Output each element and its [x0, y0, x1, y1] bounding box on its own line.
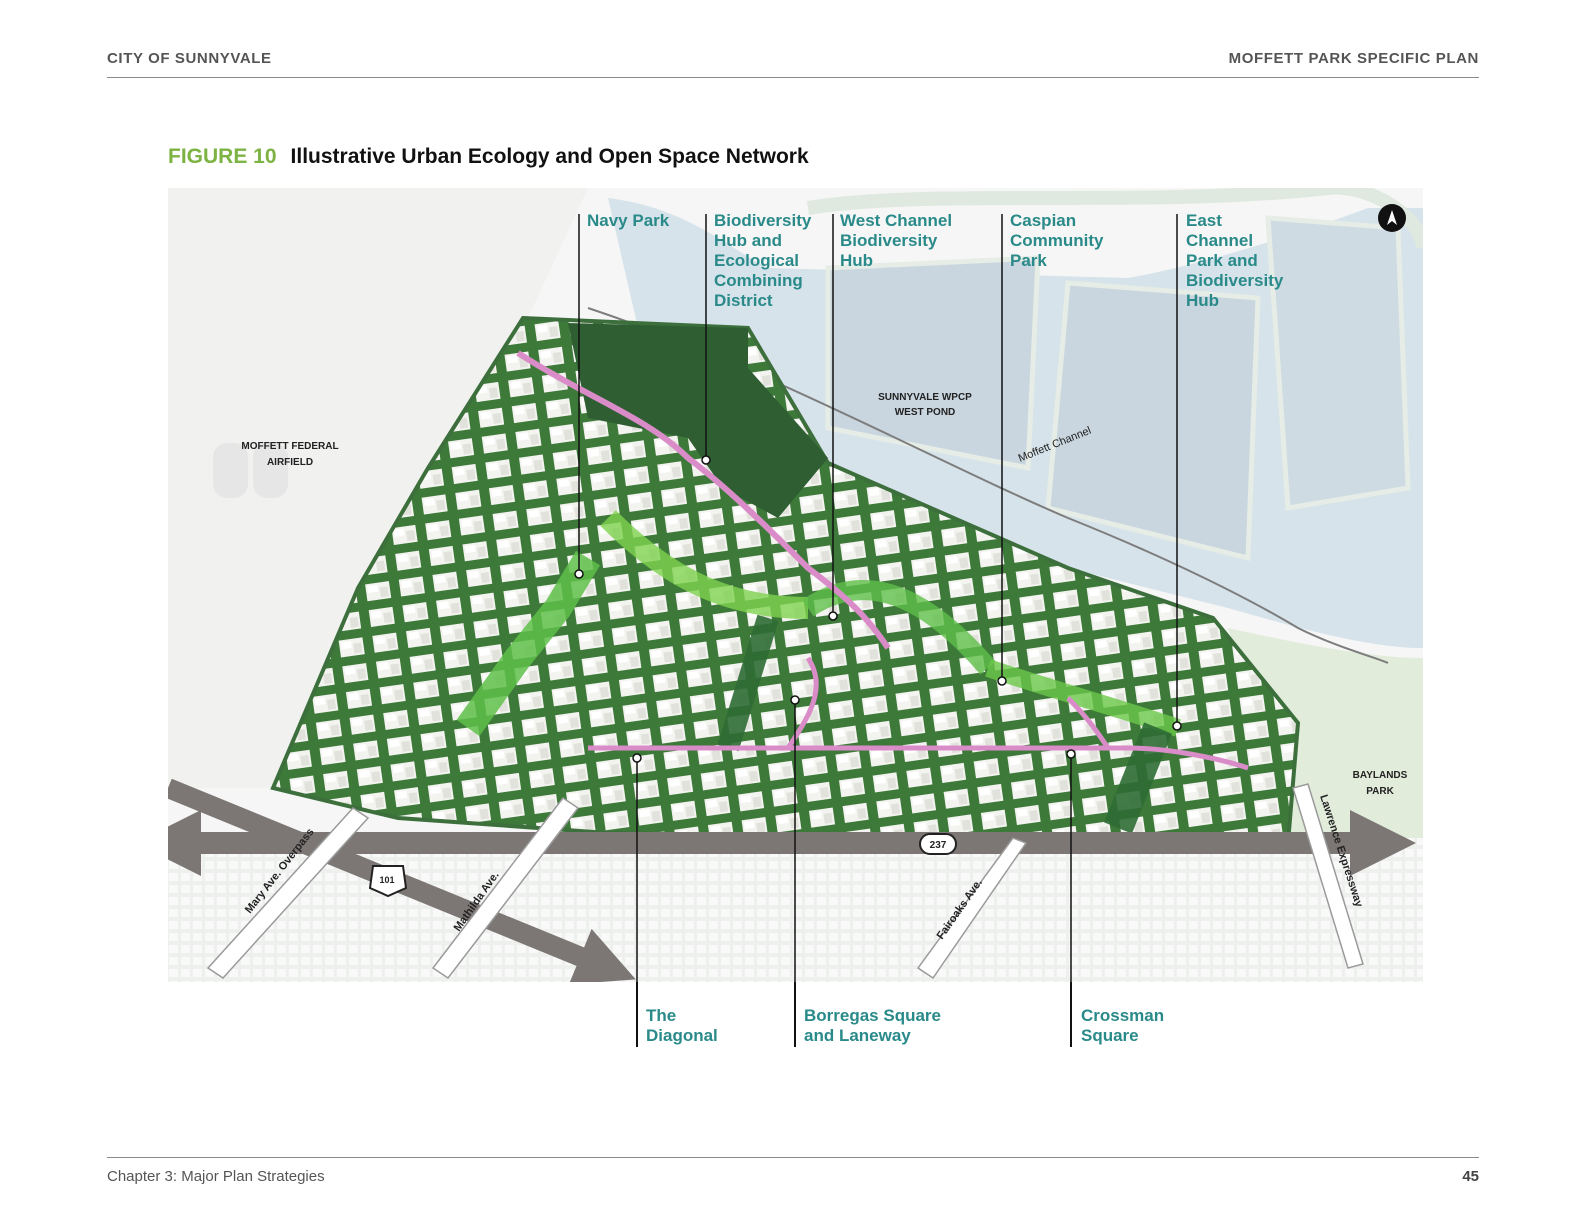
hwy-237-label: 237 — [930, 840, 947, 851]
callout-the-diagonal: The Diagonal — [646, 1006, 718, 1045]
callout-caspian-park: Caspian Community Park — [1010, 211, 1104, 270]
figure-title: FIGURE 10 Illustrative Urban Ecology and … — [168, 145, 809, 169]
airfield-label-1: MOFFETT FEDERAL — [241, 441, 338, 452]
callout-navy-park: Navy Park — [587, 211, 670, 230]
header-org: CITY OF SUNNYVALE — [107, 50, 272, 67]
page-number: 45 — [1462, 1168, 1479, 1185]
leader-crossman — [1070, 982, 1072, 1047]
callout-east-channel-park: East Channel Park and Biodiversity Hub — [1186, 211, 1284, 310]
callout-borregas-square: Borregas Square and Laneway — [804, 1006, 941, 1045]
west-pond-label-1: SUNNYVALE WPCP — [878, 392, 972, 403]
figure-caption: Illustrative Urban Ecology and Open Spac… — [290, 145, 809, 168]
callout-west-channel-hub: West Channel Biodiversity Hub — [840, 211, 953, 270]
callout-crossman-square: Crossman Square — [1081, 1006, 1165, 1045]
footer-chapter: Chapter 3: Major Plan Strategies — [107, 1168, 325, 1185]
callout-biodiversity-hub-district: Biodiversity Hub and Ecological Combinin… — [714, 211, 812, 310]
airfield-label-2: AIRFIELD — [267, 457, 313, 468]
footer-rule — [107, 1157, 1479, 1158]
baylands-label-2: PARK — [1366, 786, 1394, 797]
leader-borregas — [794, 982, 796, 1047]
hwy-101-label: 101 — [379, 875, 394, 885]
header-document-title: MOFFETT PARK SPECIFIC PLAN — [1228, 50, 1479, 67]
header-rule — [107, 77, 1479, 78]
north-arrow-icon — [1378, 204, 1406, 232]
leader-diagonal — [636, 982, 638, 1047]
baylands-label-1: BAYLANDS — [1353, 770, 1408, 781]
west-pond-label-2: WEST POND — [895, 407, 956, 418]
figure-number: FIGURE 10 — [168, 145, 277, 168]
